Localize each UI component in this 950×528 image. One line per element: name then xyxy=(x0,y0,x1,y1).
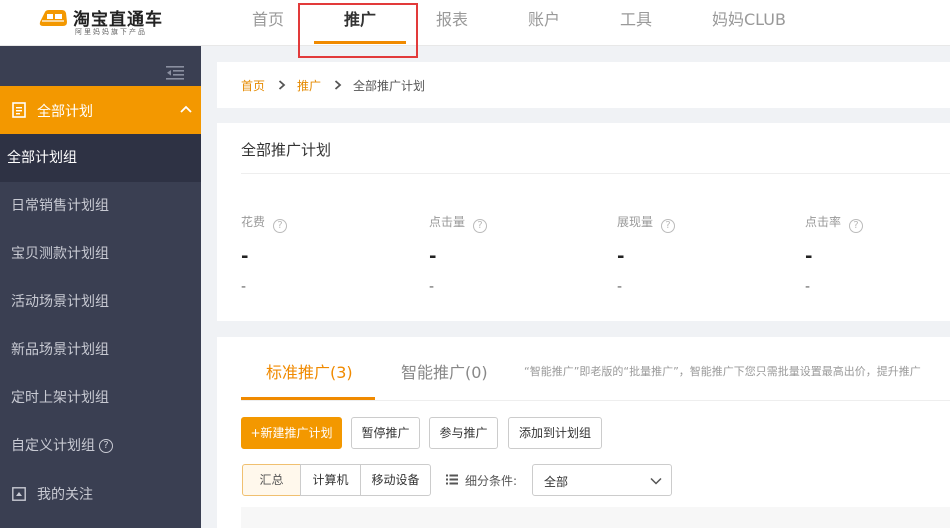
add-to-group-button[interactable]: 添加到计划组 xyxy=(508,417,602,449)
metric-cost-value: - xyxy=(241,246,249,267)
chevron-right-icon xyxy=(334,80,342,90)
new-plan-button[interactable]: +新建推广计划 xyxy=(241,417,342,449)
nav-account[interactable]: 账户 xyxy=(528,0,560,46)
sidebar-item-my-watchlist[interactable]: 我的关注 xyxy=(0,470,201,518)
sidebar-item-all-groups[interactable]: 全部计划组 xyxy=(0,134,201,182)
filter-select[interactable]: 全部 xyxy=(532,464,672,496)
sidebar: 全部计划 全部计划组 日常销售计划组 宝贝测款计划组 活动场景计划组 新品场景计… xyxy=(0,46,201,528)
sidebar-section-label: 全部计划 xyxy=(37,104,93,120)
nav-mama-club[interactable]: 妈妈CLUB xyxy=(712,0,786,46)
breadcrumb: 首页 推广 全部推广计划 xyxy=(217,62,950,108)
metric-clicks-compare: - xyxy=(429,279,435,295)
document-icon xyxy=(12,102,26,118)
nav-reports[interactable]: 报表 xyxy=(436,0,468,46)
bookmark-icon xyxy=(12,487,26,501)
filter-select-value: 全部 xyxy=(544,475,569,489)
sidebar-item-daily-sales[interactable]: 日常销售计划组 xyxy=(0,182,201,230)
summary-title: 全部推广计划 xyxy=(241,141,332,159)
sidebar-item-label: 我的关注 xyxy=(37,487,93,503)
nav-home[interactable]: 首页 xyxy=(252,0,284,46)
filter-label: 细分条件: xyxy=(465,474,518,488)
sidebar-item-new-product[interactable]: 新品场景计划组 xyxy=(0,326,201,374)
chevron-right-icon xyxy=(278,80,286,90)
chevron-up-icon[interactable] xyxy=(180,104,192,114)
metric-impressions-compare: - xyxy=(617,279,623,295)
metric-ctr-compare: - xyxy=(805,279,811,295)
sidebar-item-event-scene[interactable]: 活动场景计划组 xyxy=(0,278,201,326)
sidebar-section-all-plans[interactable]: 全部计划 xyxy=(0,86,201,134)
logo-subtitle: 阿里妈妈旗下产品 xyxy=(75,28,147,36)
metric-clicks-value: - xyxy=(429,246,437,267)
breadcrumb-promotion[interactable]: 推广 xyxy=(297,77,321,94)
metric-impressions-label: 展现量? xyxy=(617,213,676,233)
active-tab-underline xyxy=(241,397,375,400)
nav-promotion[interactable]: 推广 xyxy=(344,0,376,46)
metric-cost-label: 花费? xyxy=(241,213,288,233)
help-icon[interactable]: ? xyxy=(473,219,488,233)
tab-standard-promotion[interactable]: 标准推广(3) xyxy=(266,359,353,383)
help-icon[interactable]: ? xyxy=(99,439,113,453)
top-navigation-bar: 淘宝直通车 阿里妈妈旗下产品 首页 推广 报表 账户 工具 妈妈CLUB xyxy=(0,0,950,46)
join-promotion-button[interactable]: 参与推广 xyxy=(429,417,498,449)
help-icon[interactable]: ? xyxy=(661,219,676,233)
breadcrumb-home[interactable]: 首页 xyxy=(241,77,265,94)
segment-mobile[interactable]: 移动设备 xyxy=(360,464,431,496)
help-icon[interactable]: ? xyxy=(849,219,864,233)
chevron-down-icon xyxy=(650,477,662,485)
help-icon[interactable]: ? xyxy=(273,219,288,233)
segment-computer[interactable]: 计算机 xyxy=(300,464,361,496)
collapse-sidebar-icon[interactable] xyxy=(166,66,184,80)
divider xyxy=(241,400,950,401)
segment-summary[interactable]: 汇总 xyxy=(242,464,301,496)
divider xyxy=(241,173,950,174)
breadcrumb-current: 全部推广计划 xyxy=(353,79,426,93)
metric-cost-compare: - xyxy=(241,279,247,295)
active-nav-underline xyxy=(314,41,406,44)
sidebar-item-label: 自定义计划组 xyxy=(11,438,95,454)
pause-promotion-button[interactable]: 暂停推广 xyxy=(351,417,420,449)
sidebar-item-custom-groups[interactable]: 自定义计划组? xyxy=(0,422,201,470)
plans-panel: 标准推广(3) 智能推广(0) “智能推广”即老版的“批量推广”，智能推广下您只… xyxy=(217,337,950,528)
tab-smart-promotion[interactable]: 智能推广(0) xyxy=(401,359,488,383)
smart-promotion-note: “智能推广”即老版的“批量推广”，智能推广下您只需批量设置最高出价，提升推广 xyxy=(524,365,921,378)
car-logo-icon xyxy=(39,10,67,26)
logo[interactable]: 淘宝直通车 阿里妈妈旗下产品 xyxy=(38,4,178,40)
summary-panel: 全部推广计划 花费? - - 点击量? - - 展现量? - - 点击率? - … xyxy=(217,123,950,321)
sidebar-item-scheduled-listing[interactable]: 定时上架计划组 xyxy=(0,374,201,422)
list-icon xyxy=(446,474,458,485)
metric-clicks-label: 点击量? xyxy=(429,213,488,233)
metric-ctr-value: - xyxy=(805,246,813,267)
sidebar-item-product-test[interactable]: 宝贝测款计划组 xyxy=(0,230,201,278)
metric-impressions-value: - xyxy=(617,246,625,267)
table-header xyxy=(241,507,950,528)
nav-tools[interactable]: 工具 xyxy=(620,0,652,46)
metric-ctr-label: 点击率? xyxy=(805,213,864,233)
